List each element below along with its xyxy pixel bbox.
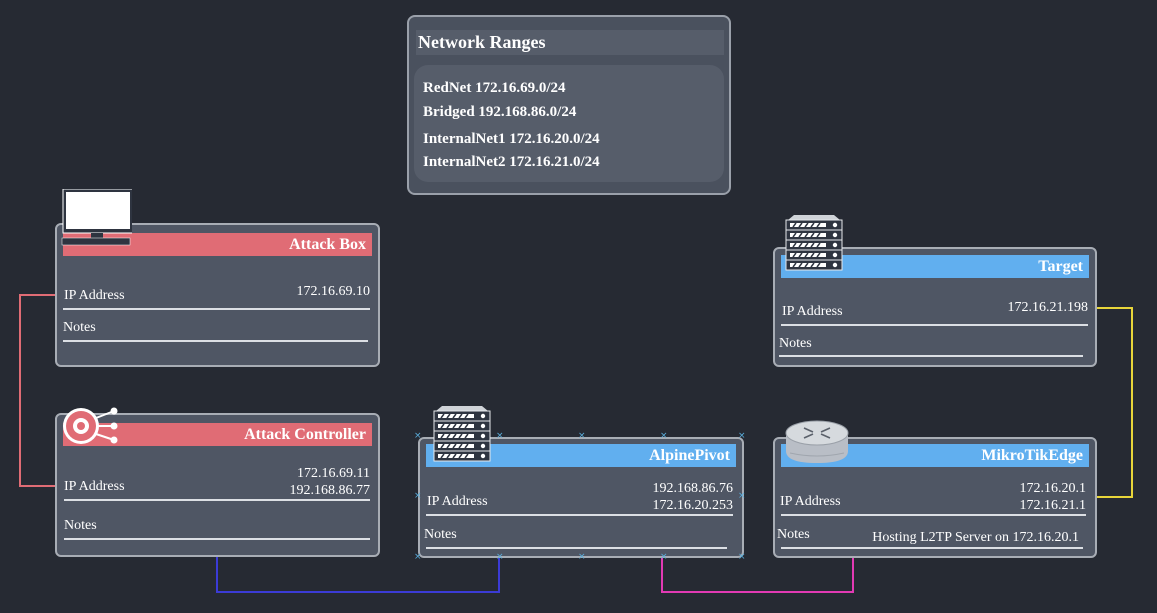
- notes-label: Notes: [63, 320, 96, 335]
- link-mikrotik-target[interactable]: [1097, 307, 1133, 498]
- range-internalnet2: InternalNet2 172.16.21.0/24: [423, 154, 600, 170]
- selection-handle[interactable]: ×: [496, 432, 504, 441]
- selection-handle[interactable]: ×: [414, 553, 422, 562]
- selection-handle[interactable]: ×: [414, 492, 422, 501]
- notes-divider: [63, 340, 368, 342]
- notes-divider: [779, 355, 1083, 357]
- ip-address-label: IP Address: [64, 288, 125, 303]
- notes-divider: [781, 547, 1083, 549]
- notes-label: Notes: [424, 527, 457, 542]
- selection-handle[interactable]: ×: [578, 553, 586, 562]
- selection-handle[interactable]: ×: [660, 553, 668, 562]
- notes-label: Notes: [777, 527, 810, 542]
- ip-address-label: IP Address: [780, 494, 841, 509]
- ip-divider: [426, 514, 733, 516]
- selection-handle[interactable]: ×: [578, 432, 586, 441]
- selection-handle[interactable]: ×: [738, 432, 746, 441]
- server-rack-icon: [785, 215, 843, 271]
- notes-label: Notes: [779, 336, 812, 351]
- selection-handle[interactable]: ×: [496, 553, 504, 562]
- ip-address-label: IP Address: [782, 304, 843, 319]
- selection-handle[interactable]: ×: [738, 553, 746, 562]
- range-rednet: RedNet 172.16.69.0/24: [423, 80, 566, 96]
- range-internalnet1: InternalNet1 172.16.20.0/24: [423, 131, 600, 147]
- notes-value: Hosting L2TP Server on 172.16.20.1: [872, 530, 1079, 545]
- ip-address-value: 172.16.21.198: [1007, 300, 1089, 315]
- notes-divider: [426, 547, 727, 549]
- link-pivot-mikrotik[interactable]: [661, 557, 854, 593]
- selection-handle[interactable]: ×: [660, 432, 668, 441]
- ip-address-label: IP Address: [427, 494, 488, 509]
- ip-divider: [64, 499, 370, 501]
- range-bridged: Bridged 192.168.86.0/24: [423, 104, 577, 120]
- ip-address-value: 172.16.69.10: [296, 284, 371, 299]
- ip-divider: [781, 324, 1088, 326]
- ip-address-values: 172.16.20.1 172.16.21.1: [1019, 481, 1087, 513]
- notes-divider: [64, 538, 370, 540]
- ip-address-values: 192.168.86.76 172.16.20.253: [652, 481, 734, 513]
- ip-divider: [781, 514, 1086, 516]
- link-controller-pivot[interactable]: [216, 557, 500, 593]
- network-ranges-list: RedNet 172.16.69.0/24 Bridged 192.168.86…: [414, 65, 724, 182]
- notes-label: Notes: [64, 518, 97, 533]
- network-ranges-title: Network Ranges: [416, 30, 724, 55]
- server-rack-icon: [433, 406, 491, 462]
- monitor-icon: [61, 189, 132, 246]
- ip-divider: [63, 308, 370, 310]
- network-ranges-panel[interactable]: Network Ranges RedNet 172.16.69.0/24 Bri…: [407, 15, 731, 195]
- controller-hub-icon: [63, 407, 118, 444]
- ip-address-values: 172.16.69.11 192.168.86.77: [289, 466, 371, 498]
- link-attackbox-controller[interactable]: [19, 294, 56, 487]
- router-icon: [785, 420, 849, 463]
- ip-address-label: IP Address: [64, 479, 125, 494]
- selection-handle[interactable]: ×: [738, 492, 746, 501]
- selection-handle[interactable]: ×: [414, 432, 422, 441]
